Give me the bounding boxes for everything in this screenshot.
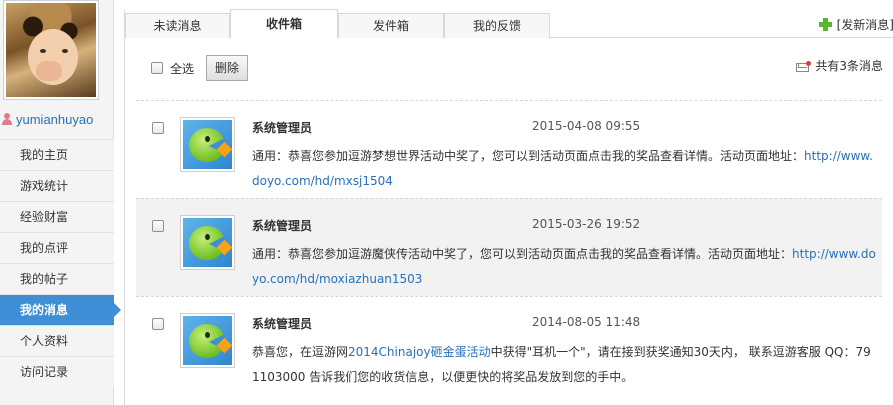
sidebar-item-game-stats[interactable]: 游戏统计	[0, 170, 114, 201]
sidebar-item-home[interactable]: 我的主页	[0, 139, 114, 170]
select-all-checkbox[interactable]	[151, 62, 163, 74]
envelope-icon	[796, 60, 812, 73]
message-sender[interactable]: 系统管理员	[252, 315, 312, 332]
message-text: 通用：恭喜您参加逗游魔侠传活动中奖了，您可以到活动页面点击我的奖品查看详情。活动…	[252, 247, 793, 261]
sidebar-nav: 我的主页 游戏统计 经验财富 我的点评 我的帖子 我的消息 个人资料 访问记录	[0, 139, 121, 387]
tab-inbox[interactable]: 收件箱	[230, 9, 338, 39]
message-count: 共有3条消息	[796, 57, 883, 74]
sender-avatar	[180, 117, 235, 172]
message-count-label: 共有3条消息	[815, 59, 883, 73]
tab-bar: 未读消息 收件箱 发件箱 我的反馈 [发新消息]	[125, 9, 893, 39]
message-content: 通用：恭喜您参加逗游魔侠传活动中奖了，您可以到活动页面点击我的奖品查看详情。活动…	[252, 242, 878, 292]
message-sender[interactable]: 系统管理员	[252, 119, 312, 136]
tab-unread[interactable]: 未读消息	[125, 13, 230, 38]
username[interactable]: yumianhuyao	[16, 112, 93, 127]
sidebar-item-posts[interactable]: 我的帖子	[0, 263, 114, 294]
new-message-label: [发新消息]	[836, 17, 893, 32]
new-message-button[interactable]: [发新消息]	[818, 15, 893, 33]
username-row[interactable]: yumianhuyao	[0, 110, 114, 128]
sidebar-item-reviews[interactable]: 我的点评	[0, 232, 114, 263]
message-item: 系统管理员 2015-04-08 09:55 通用：恭喜您参加逗游梦想世界活动中…	[136, 100, 882, 198]
select-all-label[interactable]: 全选	[170, 60, 194, 77]
sidebar-item-visit-log[interactable]: 访问记录	[0, 356, 114, 387]
message-item: 系统管理员 2015-03-26 19:52 通用：恭喜您参加逗游魔侠传活动中奖…	[136, 198, 882, 296]
message-time: 2014-08-05 11:48	[532, 315, 641, 329]
plus-icon	[818, 17, 832, 31]
message-item: 系统管理员 2014-08-05 11:48 恭喜您，在逗游网2014China…	[136, 296, 882, 394]
avatar[interactable]	[3, 0, 99, 100]
message-checkbox[interactable]	[152, 122, 164, 134]
message-text: 恭喜您，在逗游网	[252, 345, 349, 359]
tab-outbox[interactable]: 发件箱	[338, 13, 444, 38]
sender-avatar	[180, 313, 235, 368]
tab-my-feedback[interactable]: 我的反馈	[444, 13, 550, 38]
main-panel: 未读消息 收件箱 发件箱 我的反馈 [发新消息] 全选 删除 共有3条消息 系统…	[124, 9, 893, 405]
message-text: 通用：恭喜您参加逗游梦想世界活动中奖了，您可以到活动页面点击我的奖品查看详情。活…	[252, 149, 805, 163]
sidebar-item-messages[interactable]: 我的消息	[0, 294, 121, 325]
message-content: 通用：恭喜您参加逗游梦想世界活动中奖了，您可以到活动页面点击我的奖品查看详情。活…	[252, 144, 878, 194]
toolbar: 全选 删除	[151, 55, 249, 81]
message-content: 恭喜您，在逗游网2014Chinajoy砸金蛋活动中获得"耳机一个"，请在接到获…	[252, 340, 878, 390]
sidebar-item-profile[interactable]: 个人资料	[0, 325, 114, 356]
message-link[interactable]: 2014Chinajoy砸金蛋活动	[348, 345, 491, 359]
message-checkbox[interactable]	[152, 220, 164, 232]
avatar-image	[6, 3, 96, 97]
message-checkbox[interactable]	[152, 318, 164, 330]
message-time: 2015-04-08 09:55	[532, 119, 641, 133]
message-sender[interactable]: 系统管理员	[252, 217, 312, 234]
sidebar: yumianhuyao 我的主页 游戏统计 经验财富 我的点评 我的帖子 我的消…	[0, 0, 121, 405]
sender-avatar	[180, 215, 235, 270]
delete-button[interactable]: 删除	[206, 55, 249, 81]
message-list: 系统管理员 2015-04-08 09:55 通用：恭喜您参加逗游梦想世界活动中…	[136, 100, 882, 394]
message-time: 2015-03-26 19:52	[532, 217, 641, 231]
user-icon	[1, 113, 13, 125]
sidebar-item-experience-wealth[interactable]: 经验财富	[0, 201, 114, 232]
